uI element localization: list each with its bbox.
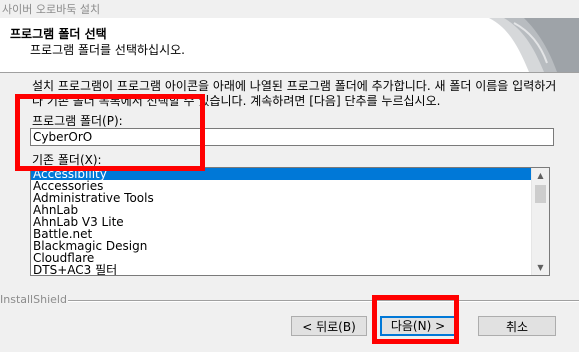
list-item[interactable]: AhnLab V3 Lite	[31, 216, 532, 228]
next-button[interactable]: 다음(N) >	[380, 316, 456, 336]
page-title: 프로그램 폴더 선택	[10, 27, 107, 41]
back-button[interactable]: < 뒤로(B)	[291, 316, 367, 336]
list-item[interactable]: Administrative Tools	[31, 192, 532, 204]
scroll-down-arrow-icon[interactable]: ▼	[532, 260, 549, 275]
instructions-text: 설치 프로그램이 프로그램 아이콘을 아래에 나열된 프로그램 폴더에 추가합니…	[32, 79, 557, 108]
installshield-brand: InstallShield	[0, 293, 67, 306]
window-titlebar: 사이버 오로바둑 설치	[0, 0, 579, 18]
program-folder-label: 프로그램 폴더(P):	[32, 114, 123, 128]
list-item[interactable]: Blackmagic Design	[31, 240, 532, 252]
list-item[interactable]: DTS+AC3 필터	[31, 264, 532, 275]
window-title: 사이버 오로바둑 설치	[2, 3, 101, 16]
wizard-header: 프로그램 폴더 선택 프로그램 폴더를 선택하십시오.	[0, 18, 579, 73]
program-folder-input[interactable]	[30, 128, 554, 146]
footer-divider	[68, 300, 579, 302]
installshield-banner-icon	[489, 18, 579, 72]
existing-folders-list[interactable]: Accessibility Accessories Administrative…	[30, 167, 550, 276]
list-scrollbar[interactable]: ▲ ▼	[531, 168, 549, 275]
scroll-thumb[interactable]	[535, 185, 546, 203]
scroll-up-arrow-icon[interactable]: ▲	[532, 168, 549, 183]
list-item[interactable]: Accessibility	[31, 168, 532, 180]
cancel-button[interactable]: 취소	[478, 316, 556, 336]
existing-folders-label: 기존 폴더(X):	[32, 153, 102, 167]
page-subtitle: 프로그램 폴더를 선택하십시오.	[30, 43, 185, 57]
